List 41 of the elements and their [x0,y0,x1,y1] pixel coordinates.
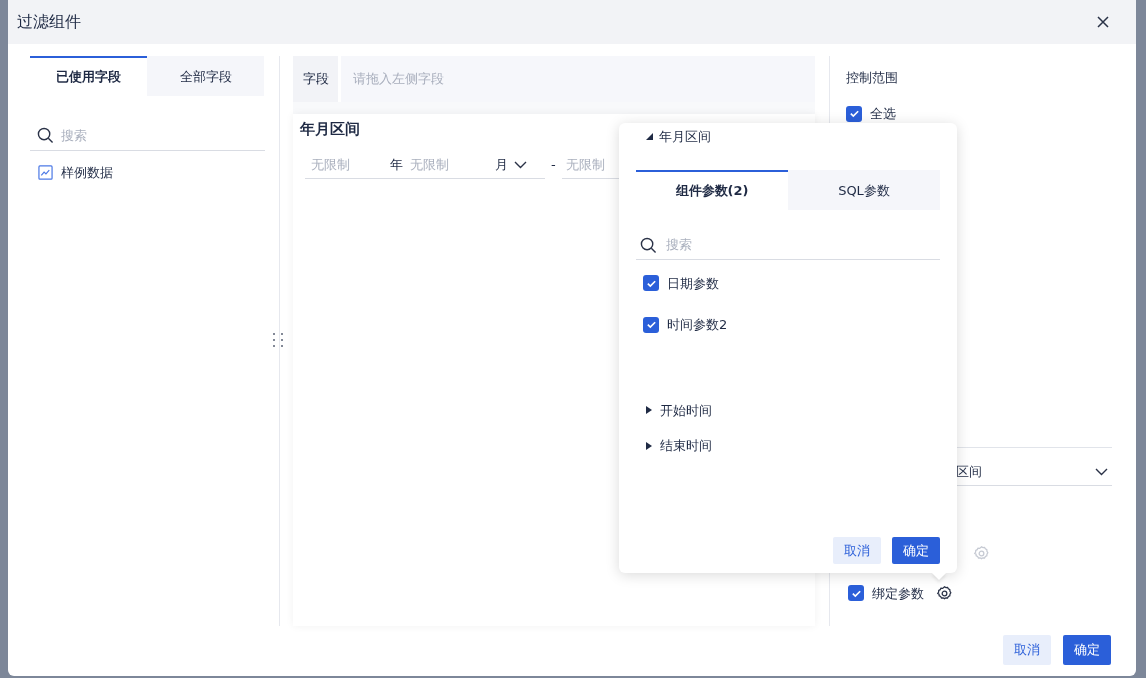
confirm-button[interactable]: 确定 [1063,635,1111,665]
confirm-button[interactable]: 确定 [892,537,940,564]
search-icon [640,236,657,254]
checkbox-label: 全选 [870,106,896,121]
tab[interactable]: SQL参数 [788,169,940,210]
checkbox-label: 时间参数2 [667,316,728,334]
checkbox-label: 绑定参数 [872,584,924,603]
field-item[interactable]: 样例数据 [30,163,265,183]
search-input[interactable]: 搜索 [666,235,866,255]
chevron-down-icon [514,161,527,169]
check-icon [645,319,657,331]
section-title: 控制范围 [846,69,899,87]
chevron-down-icon [1095,468,1108,476]
checkbox-label: 日期参数 [667,274,719,293]
check-icon [848,108,860,119]
year-input[interactable]: 无限制 [561,155,622,175]
year-field[interactable]: 无限制 年 无限制 月 [305,152,545,179]
cancel-button[interactable]: 取消 [1003,635,1051,665]
search-icon [37,127,54,144]
checkbox[interactable] [848,585,864,602]
chart-icon [38,165,53,181]
close-icon[interactable] [1096,15,1110,29]
cancel-button[interactable]: 取消 [833,537,881,564]
settings-icon[interactable] [936,584,953,602]
search-field[interactable]: 搜索 [30,121,265,151]
widget-title: 年月区间 [300,119,360,140]
checkbox[interactable] [643,316,659,333]
drag-handle-icon[interactable] [272,332,284,348]
tree-node[interactable]: 结束时间 [646,436,940,456]
checkbox[interactable] [643,275,659,292]
dialog-title: 过滤组件 [17,11,81,33]
search-input[interactable]: 搜索 [61,125,211,146]
search-field[interactable]: 搜索 [636,231,940,260]
tree-node[interactable]: 年月区间 [646,127,940,147]
tab[interactable]: 全部字段 [147,56,264,96]
year-input[interactable]: 无限制 [305,155,390,175]
tree-node[interactable]: 开始时间 [646,400,940,420]
month-input[interactable]: 无限制 [410,155,495,175]
field-label: 字段 [293,56,338,102]
checkbox[interactable] [846,105,862,122]
range-separator: - [551,156,556,174]
